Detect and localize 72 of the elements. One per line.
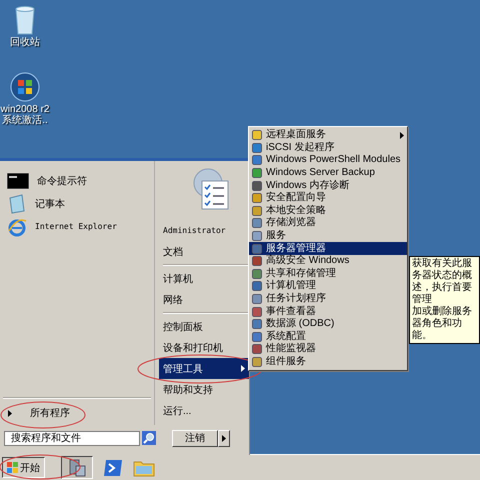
menu-item[interactable]: 安全配置向导 <box>249 192 407 205</box>
triangle-icon <box>222 434 226 442</box>
program-icon <box>252 142 262 153</box>
menu-item[interactable]: 本地安全策略 <box>249 204 407 218</box>
menu-item[interactable]: 计算机 <box>159 268 249 289</box>
windows-orb-icon[interactable] <box>10 72 40 102</box>
console-icon <box>7 172 29 188</box>
program-icon <box>252 344 262 354</box>
program-icon <box>252 332 262 342</box>
menu-item[interactable]: 存储浏览器 <box>249 217 407 230</box>
menu-item[interactable]: 设备和打印机 <box>159 337 249 358</box>
menu-item[interactable]: 任务计划程序 <box>249 292 407 306</box>
shutdown-options-button[interactable] <box>218 430 230 446</box>
desktop-icon-label: win2008 r2 <box>0 104 50 115</box>
program-icon <box>252 306 262 317</box>
menu-item[interactable]: 数据源 (ODBC) <box>249 318 407 330</box>
program-item[interactable]: 命令提示符 <box>3 169 151 192</box>
menu-item[interactable]: 事件查看器 <box>249 305 407 318</box>
program-icon <box>252 281 262 292</box>
menu-item[interactable]: 帮助和支持 <box>159 379 249 400</box>
program-icon <box>252 193 262 204</box>
program-item[interactable]: 记事本 <box>3 192 151 215</box>
menu-item[interactable]: 高级安全 Windows <box>249 254 407 268</box>
tooltip-text: 加或删除服务器角色和功能。 <box>412 306 473 342</box>
menu-item[interactable]: Windows 内存诊断 <box>249 179 407 192</box>
tooltip-text: 获取有关此服务器状态的概述，执行首要管理 <box>412 258 473 306</box>
program-icon <box>252 180 262 191</box>
program-icon <box>252 130 262 140</box>
program-icon <box>252 206 262 216</box>
menu-item[interactable]: 共享和存储管理 <box>249 268 407 280</box>
powershell-icon[interactable] <box>103 458 123 476</box>
server-icon <box>68 458 86 476</box>
menu-item[interactable]: 组件服务 <box>249 356 407 368</box>
search-field[interactable]: 搜索程序和文件 <box>4 430 140 446</box>
windows-logo-icon <box>7 462 18 473</box>
all-programs-item[interactable]: 所有程序 <box>3 401 151 425</box>
triangle-icon <box>8 410 12 416</box>
desktop-icon-label: 系统激活.. <box>2 115 48 126</box>
user-name[interactable]: Administrator <box>159 221 249 241</box>
program-icon <box>252 231 262 242</box>
menu-item[interactable]: 运行... <box>159 400 249 421</box>
menu-item[interactable]: 管理工具 <box>159 358 249 379</box>
program-icon <box>252 155 262 166</box>
menu-item[interactable]: 服务器管理器 <box>249 242 407 255</box>
program-item[interactable]: Internet Explorer <box>3 215 151 238</box>
menu-item[interactable]: 网络 <box>159 289 249 310</box>
server-manager-taskbar-button[interactable] <box>61 456 93 479</box>
program-icon <box>252 294 262 304</box>
program-icon <box>252 319 262 330</box>
program-icon <box>252 244 262 254</box>
menu-item[interactable]: 控制面板 <box>159 316 249 337</box>
menu-item[interactable]: Windows Server Backup <box>249 166 407 180</box>
desktop-icon-label: 回收站 <box>10 37 40 48</box>
program-icon <box>252 356 262 367</box>
menu-item[interactable]: 性能监视器 <box>249 343 407 356</box>
menu-item[interactable]: 计算机管理 <box>249 280 407 293</box>
log-off-button[interactable]: 注销 <box>172 430 218 446</box>
program-icon <box>252 256 262 266</box>
menu-item[interactable]: 远程桌面服务 <box>249 129 407 142</box>
menu-item[interactable]: 文档 <box>159 241 249 262</box>
notepad-icon <box>7 194 27 214</box>
program-icon <box>252 218 262 228</box>
browser-icon <box>7 216 27 236</box>
program-icon <box>252 168 262 178</box>
menu-item[interactable]: 服务 <box>249 230 407 242</box>
recycle-bin-icon[interactable] <box>13 5 37 35</box>
search-icon[interactable] <box>142 431 156 445</box>
menu-item[interactable]: iSCSI 发起程序 <box>249 142 407 154</box>
menu-item[interactable]: 系统配置 <box>249 330 407 344</box>
start-button[interactable]: 开始 <box>2 457 45 478</box>
program-icon <box>252 268 262 279</box>
menu-item[interactable]: Windows PowerShell Modules <box>249 154 407 167</box>
